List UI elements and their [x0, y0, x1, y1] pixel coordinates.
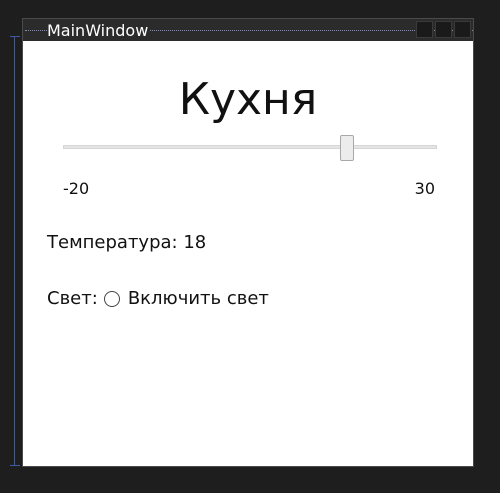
title-bar[interactable]: MainWindow [23, 19, 473, 41]
slider-max-label: 30 [414, 179, 435, 198]
title-bar-buttons [416, 21, 471, 38]
slider-min-label: -20 [63, 179, 90, 198]
light-label: Свет: [47, 288, 98, 309]
light-radio-button[interactable] [103, 291, 120, 307]
temperature-value: 18 [183, 232, 207, 253]
window-edge-marker [14, 36, 15, 466]
minimize-button[interactable] [416, 21, 433, 38]
close-button[interactable] [454, 21, 471, 38]
slider-track[interactable] [63, 145, 437, 149]
slider-thumb[interactable] [340, 135, 355, 161]
maximize-button[interactable] [435, 21, 452, 38]
room-title: Кухня [178, 74, 318, 125]
light-radio-label[interactable]: Включить свет [128, 287, 269, 311]
temperature-readout: Температура: 18 [47, 231, 206, 255]
temperature-label: Температура: [47, 232, 178, 253]
window-edge-tick-bottom [10, 465, 20, 466]
window-title: MainWindow [47, 21, 151, 41]
temperature-slider[interactable] [63, 135, 437, 161]
light-row: Свет: Включить свет [47, 287, 269, 311]
window-edge-tick-top [10, 36, 20, 37]
desktop: MainWindow Кухня -20 30 Температура: 18 … [0, 0, 500, 493]
main-window: MainWindow Кухня -20 30 Температура: 18 … [22, 18, 474, 467]
window-client-area: Кухня -20 30 Температура: 18 Свет: Включ… [23, 41, 473, 466]
